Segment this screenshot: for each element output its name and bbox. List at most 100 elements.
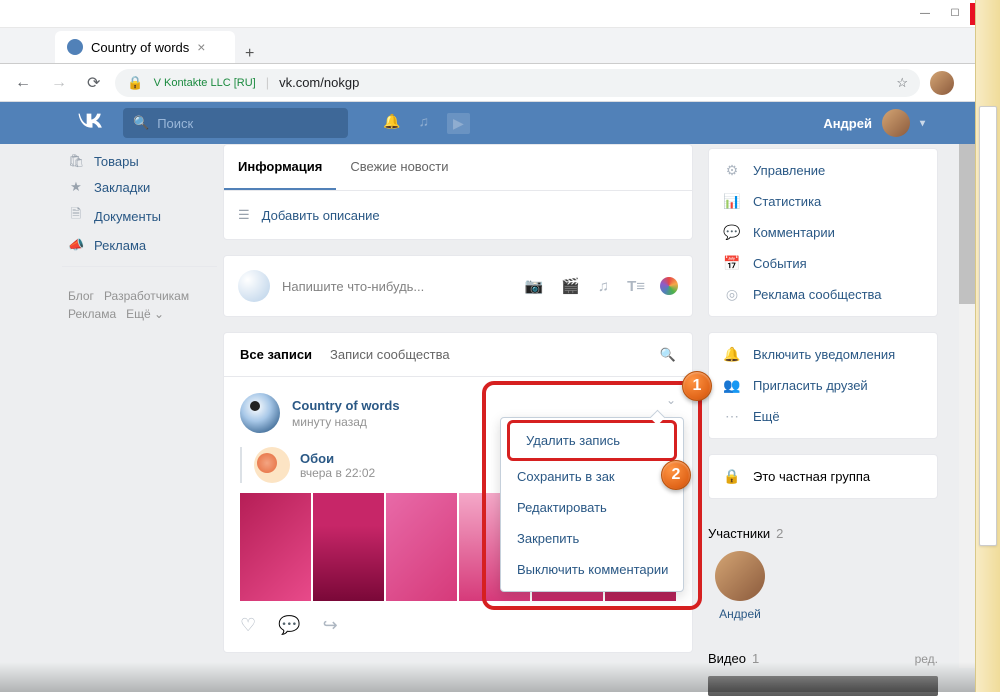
list-icon: ☰ [238, 207, 250, 223]
user-plus-icon: 👥 [723, 377, 741, 394]
members-title[interactable]: Участники [708, 526, 770, 541]
dropdown-item-delete[interactable]: Удалить запись [510, 425, 674, 456]
invite-friends-button[interactable]: 👥Пригласить друзей [709, 370, 937, 401]
wall-search-icon[interactable]: 🔍 [660, 347, 676, 363]
bookmark-star-icon[interactable]: ☆ [896, 75, 908, 91]
url-text: vk.com/nokgp [279, 75, 359, 90]
info-card: Информация Свежие новости ☰ Добавить опи… [223, 144, 693, 240]
bar-chart-icon: 📊 [723, 193, 741, 210]
gallery-image[interactable] [240, 493, 311, 601]
post-actions: ♡ 💬 ↪ [240, 615, 676, 636]
left-sidebar: 🛍Товары ★Закладки 🗎Документы 📣Реклама Бл… [62, 144, 217, 692]
share-icon[interactable]: ↪ [323, 615, 338, 636]
shopping-icon: 🛍 [68, 153, 84, 169]
inner-scrollbar[interactable] [959, 144, 975, 668]
tab-title: Country of words [91, 40, 189, 55]
search-icon: 🔍 [133, 115, 149, 131]
dropdown-item-save[interactable]: Сохранить в зак [501, 461, 683, 492]
gallery-image[interactable] [386, 493, 457, 601]
post-composer[interactable]: Напишите что-нибудь... 📷 🎬 ♫ T≡ [223, 255, 693, 317]
sidebar-item-bookmarks[interactable]: ★Закладки [62, 174, 217, 200]
community-ads-link[interactable]: ◎Реклама сообщества [709, 279, 937, 310]
footer-link-blog[interactable]: Блог [68, 289, 94, 303]
tab-information[interactable]: Информация [224, 145, 336, 190]
gallery-image[interactable] [313, 493, 384, 601]
sidebar-item-documents[interactable]: 🗎Документы [62, 200, 217, 232]
text-format-icon[interactable]: T≡ [627, 278, 645, 295]
more-actions-button[interactable]: ⋯Ещё [709, 401, 937, 432]
notifications-icon[interactable]: 🔔 [383, 113, 400, 134]
repost-author-avatar[interactable] [254, 447, 290, 483]
footer-link-more[interactable]: Ещё ⌄ [126, 307, 164, 321]
member-avatar [715, 551, 765, 601]
music-note-icon[interactable]: ♫ [598, 278, 609, 295]
dropdown-item-disable-comments[interactable]: Выключить комментарии [501, 554, 683, 585]
chevron-down-icon: ▾ [920, 118, 925, 129]
wall-tab-all[interactable]: Все записи [240, 347, 312, 362]
header-user-menu[interactable]: Андрей ▾ [823, 109, 925, 137]
footer-link-developers[interactable]: Разработчикам [104, 289, 189, 303]
enable-notifications-button[interactable]: 🔔Включить уведомления [709, 339, 937, 370]
privacy-label: 🔒Это частная группа [709, 461, 937, 492]
maximize-button[interactable]: ☐ [940, 3, 970, 25]
dropdown-item-pin[interactable]: Закрепить [501, 523, 683, 554]
minimize-button[interactable]: — [910, 3, 940, 25]
sidebar-item-ads[interactable]: 📣Реклама [62, 232, 217, 258]
sidebar-item-goods[interactable]: 🛍Товары [62, 148, 217, 174]
video-title[interactable]: Видео [708, 651, 746, 666]
lock-icon: 🔒 [723, 468, 741, 485]
comment-icon[interactable]: 💬 [278, 615, 300, 636]
video-count: 1 [752, 651, 759, 666]
gear-icon: ⚙ [723, 162, 741, 179]
color-palette-icon[interactable] [660, 277, 678, 295]
browser-tab-strip: Country of words × + [0, 28, 1000, 64]
footer-link-ads[interactable]: Реклама [68, 307, 116, 321]
members-count: 2 [776, 526, 783, 541]
right-sidebar: ⚙Управление 📊Статистика 💬Комментарии 📅Со… [708, 144, 938, 692]
megaphone-icon: 📣 [68, 237, 84, 253]
video-block: Видео 1 ред. [708, 639, 938, 696]
video-thumbnail[interactable] [708, 676, 938, 696]
ellipsis-icon: ⋯ [723, 408, 741, 425]
forward-icon[interactable]: → [46, 74, 72, 92]
search-input[interactable]: 🔍 Поиск [123, 108, 348, 138]
tab-fresh-news[interactable]: Свежие новости [336, 145, 462, 190]
document-icon: 🗎 [68, 205, 84, 227]
video-play-icon[interactable]: ▶ [447, 113, 470, 134]
dropdown-item-edit[interactable]: Редактировать [501, 492, 683, 523]
vk-header: 🔍 Поиск 🔔 ♫ ▶ Андрей ▾ [0, 102, 1000, 144]
comments-link[interactable]: 💬Комментарии [709, 217, 937, 248]
browser-tab[interactable]: Country of words × [55, 31, 235, 63]
post-author-avatar[interactable] [240, 393, 280, 433]
inner-scrollbar-thumb[interactable] [959, 144, 975, 304]
wall-post: Country of words минуту назад ⌄ Обои вче… [224, 377, 692, 652]
new-tab-button[interactable]: + [235, 45, 264, 63]
events-link[interactable]: 📅События [709, 248, 937, 279]
vk-logo-icon[interactable] [75, 109, 103, 137]
highlight-box-1: 1 Удалить запись 2 Сохранить в зак Редак… [482, 381, 702, 610]
outer-scrollbar-thumb[interactable] [979, 106, 997, 546]
member-name: Андрей [719, 607, 761, 621]
video-edit-link[interactable]: ред. [915, 652, 938, 666]
post-author-name[interactable]: Country of words [292, 398, 400, 413]
page-content: 🛍Товары ★Закладки 🗎Документы 📣Реклама Бл… [0, 144, 1000, 692]
reload-icon[interactable]: ⟳ [82, 73, 105, 93]
add-description-button[interactable]: ☰ Добавить описание [224, 191, 692, 239]
close-tab-icon[interactable]: × [197, 39, 205, 55]
target-icon: ◎ [723, 286, 741, 303]
sidebar-footer-links: Блог Разработчикам Реклама Ещё ⌄ [62, 275, 217, 335]
address-input[interactable]: 🔒 V Kontakte LLC [RU] | vk.com/nokgp ☆ [115, 69, 920, 97]
profile-avatar-icon[interactable] [930, 71, 954, 95]
camera-icon[interactable]: 📷 [524, 277, 543, 295]
music-icon[interactable]: ♫ [418, 113, 429, 134]
manage-link[interactable]: ⚙Управление [709, 155, 937, 186]
wall-tab-community[interactable]: Записи сообщества [330, 347, 450, 362]
repost-author-name[interactable]: Обои [300, 451, 375, 466]
back-icon[interactable]: ← [10, 74, 36, 92]
stats-link[interactable]: 📊Статистика [709, 186, 937, 217]
member-item[interactable]: Андрей [708, 551, 772, 621]
video-icon[interactable]: 🎬 [561, 277, 580, 295]
members-block: Участники 2 Андрей [708, 514, 938, 621]
like-icon[interactable]: ♡ [240, 615, 256, 636]
secure-org-label: V Kontakte LLC [RU] [154, 77, 256, 89]
